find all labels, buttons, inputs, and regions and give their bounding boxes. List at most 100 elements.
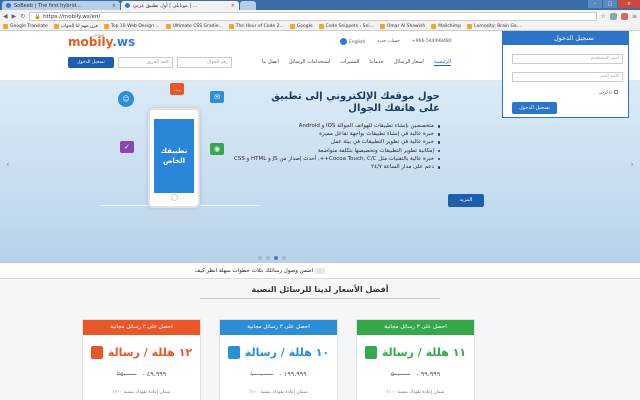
checkbox-icon[interactable]: [614, 90, 618, 94]
logo-subtitle: موبايلي: [92, 32, 105, 37]
new-tab-button[interactable]: [240, 1, 256, 10]
coins-icon: [90, 345, 103, 359]
more-button[interactable]: المزيد: [448, 194, 484, 207]
bookmark-item[interactable]: Lumosity: Brain Ga...: [467, 23, 521, 29]
bookmark-item[interactable]: Omar Al Shawish: [379, 23, 425, 29]
browser-tab-strip: SoBeeb | The first hybrid... × موبايلي | …: [0, 0, 640, 10]
price-card[interactable]: احصل على ٣ رسائل مجانية ١٢ هللة / رسالة …: [82, 319, 201, 400]
bookmark-icon: [53, 23, 59, 29]
close-tab-icon[interactable]: ×: [231, 3, 235, 9]
nav-services[interactable]: خدماتنا: [369, 59, 383, 66]
maximize-icon[interactable]: □: [603, 0, 617, 8]
slider-next-icon[interactable]: ›: [630, 160, 634, 170]
contact-phone: +966-544498480: [411, 39, 452, 44]
top-links: English حساب جديد +966-544498480: [340, 38, 452, 45]
main-nav: الرئيسية أسعار الرسائل خدماتنا المميزات …: [262, 59, 452, 66]
site-logo[interactable]: mobily.ws: [68, 35, 135, 49]
star-icon[interactable]: ☆: [601, 13, 606, 20]
price-card[interactable]: احصل على ٣ رسائل مجانية ١١ هللة / رسالة …: [356, 319, 475, 400]
card-header: احصل على ٣ رسائل مجانية: [357, 320, 474, 335]
bookmark-item[interactable]: Mailchimp: [431, 23, 461, 29]
phone-illustration: تطبيقك الخاص: [148, 108, 200, 208]
chat-icon: …: [170, 83, 184, 95]
bookmark-item[interactable]: فرن مهم لتا الجواب: [53, 23, 98, 29]
coins-icon: [227, 345, 240, 359]
new-account-link[interactable]: حساب جديد: [377, 39, 400, 44]
password-input[interactable]: كلمة السر: [512, 72, 623, 82]
slider-dots: [258, 256, 286, 260]
tab-title: SoBeeb | The first hybrid...: [14, 2, 81, 9]
login-panel: تسجيل الدخول اسم المستخدم كلمة السر تذكر…: [502, 31, 629, 118]
language-link[interactable]: English: [340, 38, 365, 45]
steps-ticker[interactable]: اضمن وصول رسائلك بثلاث خطوات سهلة انظر ك…: [0, 263, 640, 279]
mail-icon: ✉: [210, 91, 224, 103]
browser-tab-active[interactable]: موبايلي | أول تطبيق عربي | ... ×: [121, 1, 239, 10]
nav-features[interactable]: المميزات: [340, 59, 359, 66]
list-item: دعم على مدار الساعة ٢٤/٧: [210, 163, 440, 171]
card-note: ضمان إعادة نقودك بنسبة ١٠٠٪: [249, 390, 308, 395]
forward-icon[interactable]: ▶: [12, 13, 17, 20]
nav-contact[interactable]: اتصل بنا: [262, 59, 279, 66]
bookmark-icon: [379, 23, 385, 29]
remember-me-checkbox[interactable]: تذكرني: [599, 90, 618, 96]
menu-icon[interactable]: ≡: [632, 13, 637, 20]
divider: [200, 298, 440, 299]
header-login-button[interactable]: تسجيل الدخول: [68, 57, 114, 68]
users-icon: ☺: [118, 91, 134, 107]
bookmark-item[interactable]: Google: [289, 23, 313, 29]
bookmarks-bar: Google Translate فرن مهم لتا الجواب Top …: [0, 22, 640, 31]
bookmark-item[interactable]: Top 10 Web Design ...: [103, 23, 160, 29]
bookmark-icon: [228, 23, 234, 29]
bookmark-icon: [165, 23, 171, 29]
url-field[interactable]: 🔒 https://mobily.ws/en/: [29, 11, 597, 21]
card-note: ضمان إعادة نقودك بنسبة ١٠٠٪: [112, 390, 171, 395]
pricing-section: أفضل الأسعار لدينا للرسائل النصية احصل ع…: [0, 279, 640, 400]
browser-tab[interactable]: SoBeeb | The first hybrid... ×: [2, 1, 120, 10]
bookmark-item[interactable]: The Hour of Code 2...: [228, 23, 284, 29]
address-bar-row: ◀ ▶ ↻ 🔒 https://mobily.ws/en/ ☆ ≡: [0, 10, 640, 22]
back-icon[interactable]: ◀: [3, 13, 8, 20]
minimize-icon[interactable]: –: [588, 0, 602, 8]
card-range: ٩٩،٩٩٩ - ٥٠،٠٠٠: [390, 370, 441, 378]
nav-uses[interactable]: استخدامات الرسائل: [289, 59, 330, 66]
slider-dot[interactable]: [266, 256, 270, 260]
nav-prices[interactable]: أسعار الرسائل: [394, 59, 424, 66]
slider-dot-active[interactable]: [274, 256, 278, 260]
header-phone-input[interactable]: رقم الجوال: [177, 57, 232, 68]
bookmark-item[interactable]: Ultimate CSS Gradie...: [165, 23, 223, 29]
slider-dot[interactable]: [282, 256, 286, 260]
slider-prev-icon[interactable]: ‹: [6, 160, 10, 170]
url-text: https://mobily.ws/en/: [43, 13, 101, 20]
reload-icon[interactable]: ↻: [20, 13, 25, 20]
pricing-title: أفضل الأسعار لدينا للرسائل النصية: [251, 285, 389, 294]
login-submit-button[interactable]: تسجيل الدخول: [512, 102, 557, 114]
card-price: ١١ هللة / رسالة: [357, 340, 474, 364]
header-password-input[interactable]: كلمة المرور: [118, 57, 173, 68]
bookmark-item[interactable]: Google Translate: [3, 23, 48, 29]
username-input[interactable]: اسم المستخدم: [512, 54, 623, 64]
bookmark-item[interactable]: Code Snippets - Sni...: [318, 23, 374, 29]
lock-icon: 🔒: [34, 13, 42, 20]
slider-dot[interactable]: [258, 256, 262, 260]
steps-icon: [315, 267, 326, 274]
nav-home[interactable]: الرئيسية: [433, 59, 452, 66]
tab-title: موبايلي | أول تطبيق عربي | ...: [133, 2, 198, 9]
phone-screen: تطبيقك الخاص: [154, 119, 194, 193]
coins-icon: [364, 345, 377, 359]
price-card[interactable]: احصل على ٣ رسائل مجانية ١٠ هللة / رسالة …: [219, 319, 338, 400]
extension-icon[interactable]: [609, 12, 617, 20]
extension-icon[interactable]: [620, 12, 628, 20]
list-item: خبرة عالية في إنشاء تطبيقات بواجهة تفاعل…: [210, 130, 440, 138]
bookmark-icon: [289, 23, 295, 29]
card-price: ١٢ هللة / رسالة: [83, 340, 200, 364]
clipboard-icon: ✓: [120, 141, 134, 153]
list-item: خبرة عالية بالتقنيات مثل Cocoa Touch, C/…: [210, 155, 440, 163]
close-window-icon[interactable]: ×: [618, 0, 640, 8]
bookmark-icon: [3, 23, 8, 29]
login-title: تسجيل الدخول: [503, 32, 628, 45]
bookmark-icon: [318, 23, 324, 29]
card-header: احصل على ٣ رسائل مجانية: [220, 320, 337, 335]
globe-icon: [340, 38, 347, 45]
close-tab-icon[interactable]: ×: [112, 3, 116, 9]
card-note: ضمان إعادة نقودك بنسبة ١٠٠٪: [386, 390, 445, 395]
